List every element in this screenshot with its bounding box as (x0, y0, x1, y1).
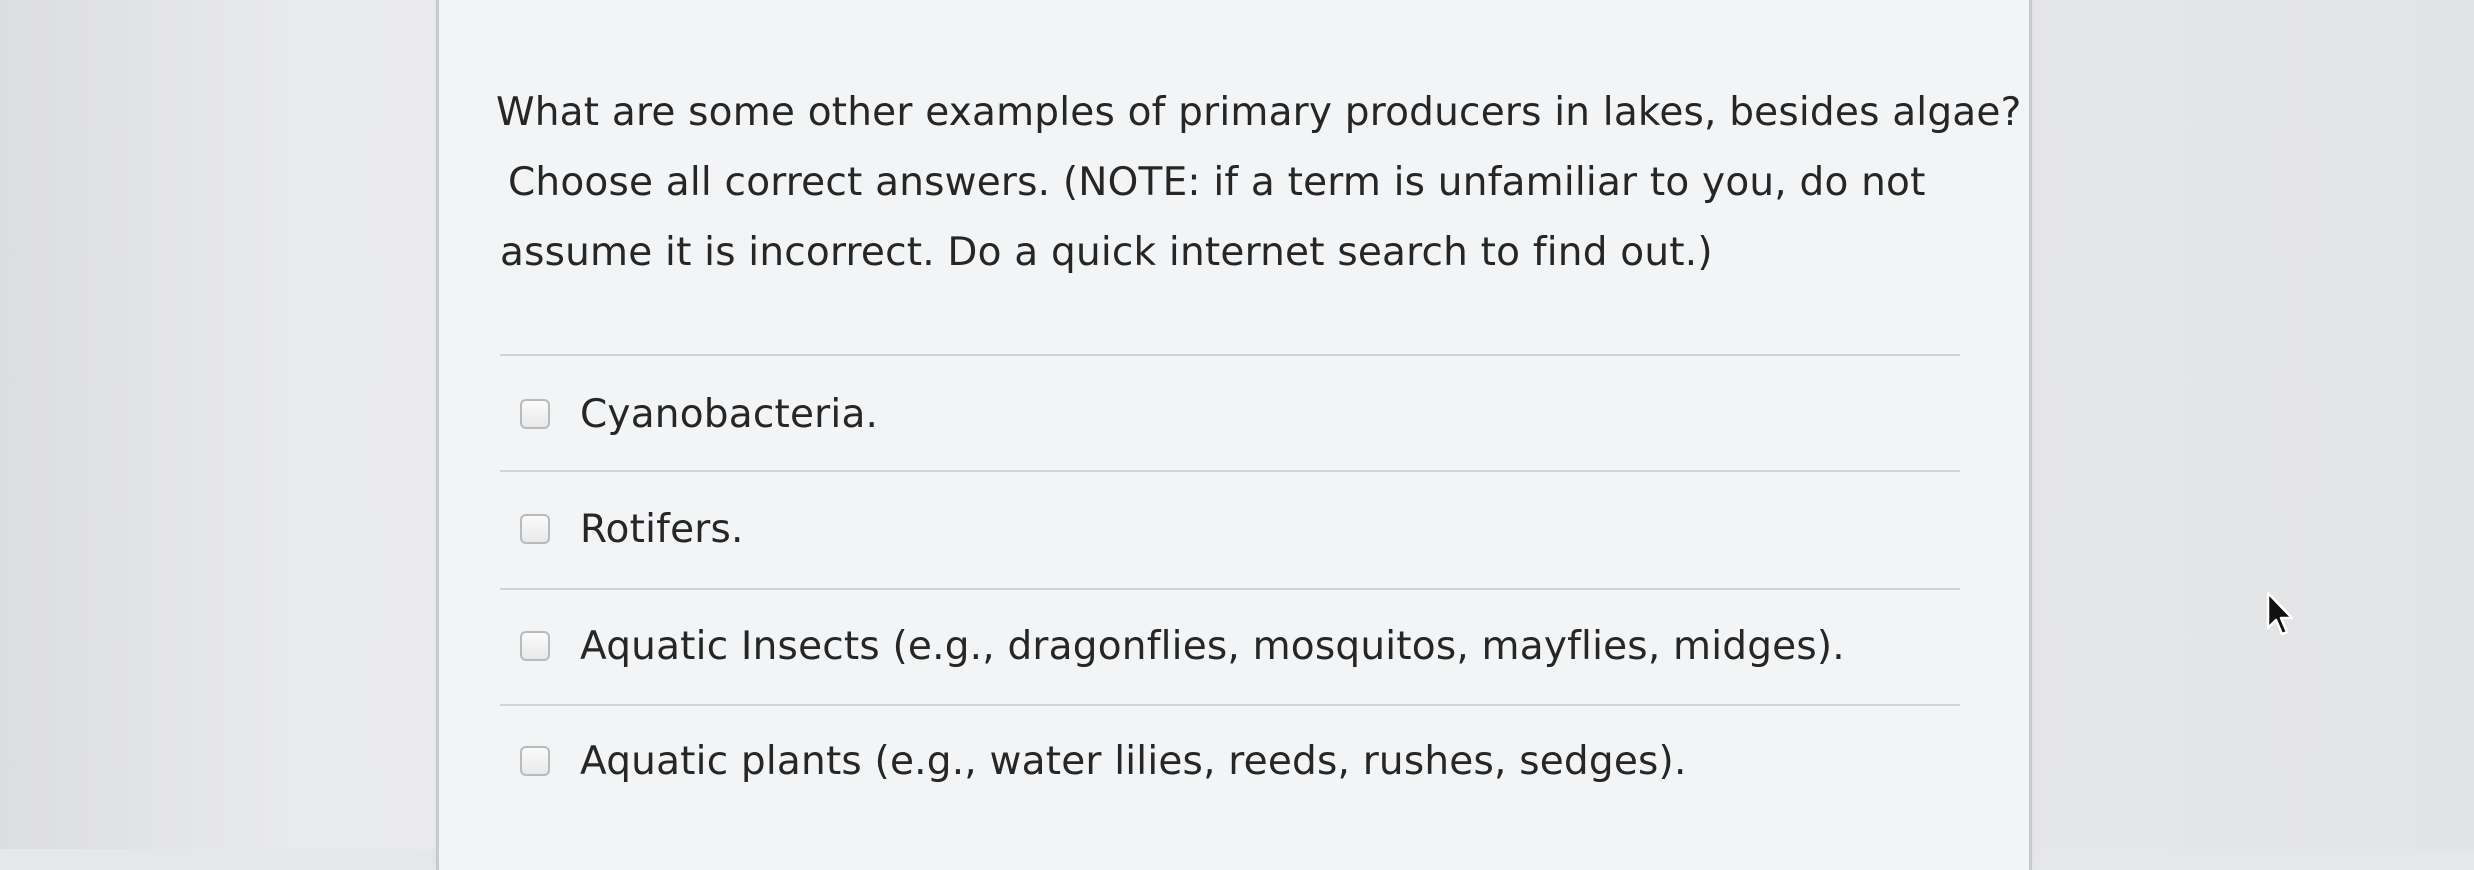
question-line-3: assume it is incorrect. Do a quick inter… (500, 230, 1713, 275)
divider (500, 354, 1960, 356)
checkbox[interactable] (520, 631, 550, 661)
answer-option-cyanobacteria[interactable]: Cyanobacteria. (520, 384, 878, 444)
divider (500, 470, 1960, 472)
checkbox[interactable] (520, 514, 550, 544)
answer-option-aquatic-plants[interactable]: Aquatic plants (e.g., water lilies, reed… (520, 731, 1687, 791)
mouse-pointer-icon (2266, 591, 2294, 636)
answer-option-aquatic-insects[interactable]: Aquatic Insects (e.g., dragonflies, mosq… (520, 616, 1845, 676)
divider (500, 704, 1960, 706)
checkbox[interactable] (520, 746, 550, 776)
answer-label: Aquatic Insects (e.g., dragonflies, mosq… (580, 623, 1845, 669)
divider (500, 588, 1960, 590)
answer-option-rotifers[interactable]: Rotifers. (520, 499, 744, 559)
question-text: What are some other examples of primary … (496, 78, 2022, 288)
answer-label: Rotifers. (580, 506, 744, 552)
question-line-1: What are some other examples of primary … (496, 90, 2022, 135)
answer-label: Aquatic plants (e.g., water lilies, reed… (580, 738, 1687, 784)
question-line-2: Choose all correct answers. (NOTE: if a … (508, 160, 1926, 205)
answer-label: Cyanobacteria. (580, 391, 879, 437)
checkbox[interactable] (520, 399, 550, 429)
